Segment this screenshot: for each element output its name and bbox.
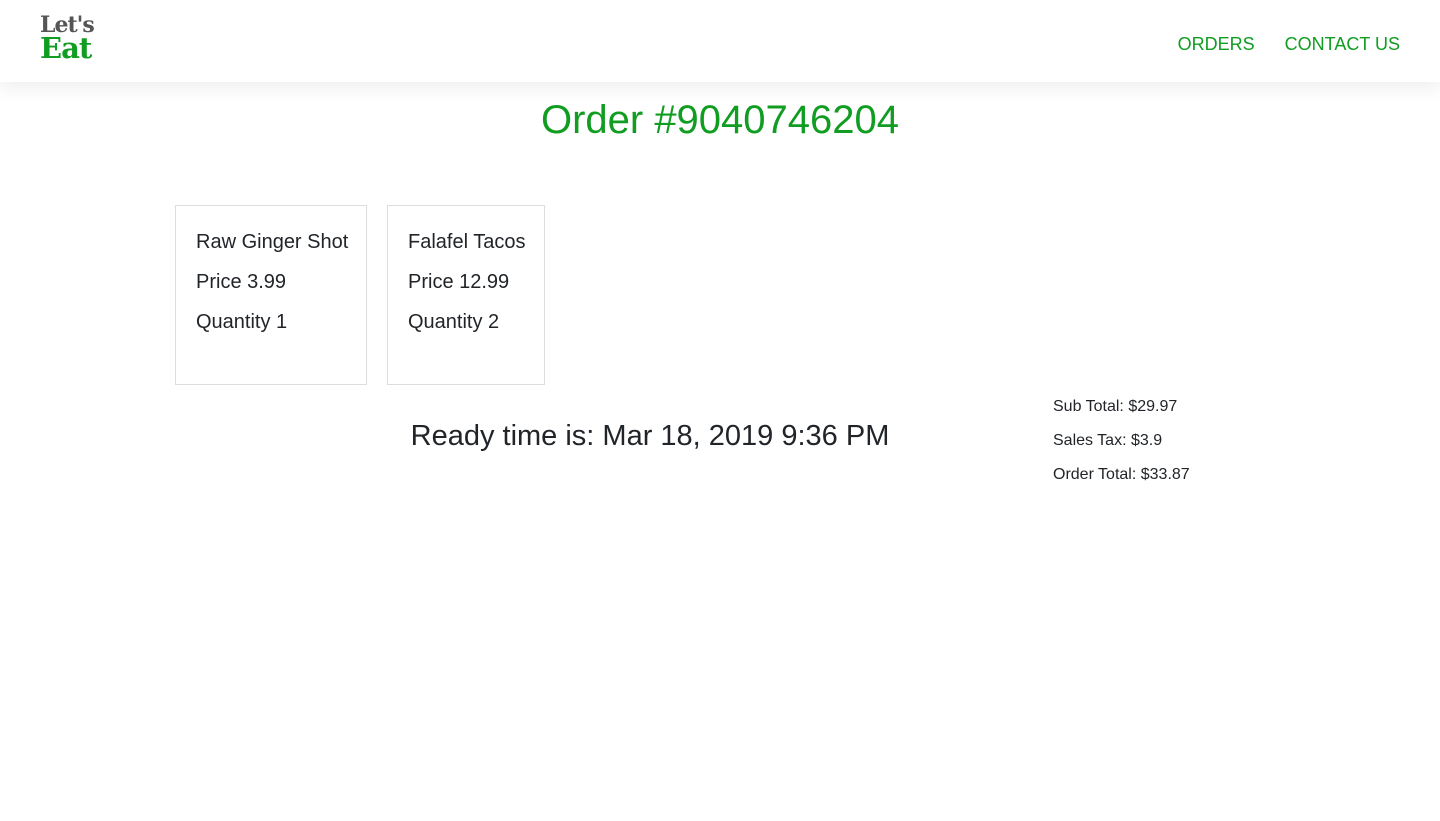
order-item-quantity: Quantity 2 [408, 311, 500, 333]
order-item-card: Falafel Tacos Price 12.99 Quantity 2 [387, 205, 545, 385]
order-totals: Sub Total: $29.97 Sales Tax: $3.9 Order … [1053, 398, 1190, 500]
subtotal: Sub Total: $29.97 [1053, 398, 1178, 415]
order-item-name: Raw Ginger Shot [196, 231, 349, 253]
main-navigation: ORDERS CONTACT US [1178, 34, 1400, 55]
logo-bottom-text: Eat [40, 31, 92, 65]
order-item-card: Raw Ginger Shot Price 3.99 Quantity 1 [175, 205, 367, 385]
nav-orders-link[interactable]: ORDERS [1178, 34, 1255, 55]
order-item-name: Falafel Tacos [408, 231, 526, 253]
ready-time: Ready time is: Mar 18, 2019 9:36 PM [410, 420, 890, 452]
order-title: Order #9040746204 [540, 98, 900, 142]
sales-tax: Sales Tax: $3.9 [1053, 432, 1163, 449]
top-navbar: Let's Eat ORDERS CONTACT US [0, 0, 1440, 82]
order-item-price: Price 3.99 [196, 271, 287, 293]
order-item-price: Price 12.99 [408, 271, 510, 293]
order-total: Order Total: $33.87 [1053, 466, 1190, 483]
nav-contact-us-link[interactable]: CONTACT US [1285, 34, 1400, 55]
lets-eat-logo[interactable]: Let's Eat [40, 14, 100, 64]
order-item-quantity: Quantity 1 [196, 311, 288, 333]
